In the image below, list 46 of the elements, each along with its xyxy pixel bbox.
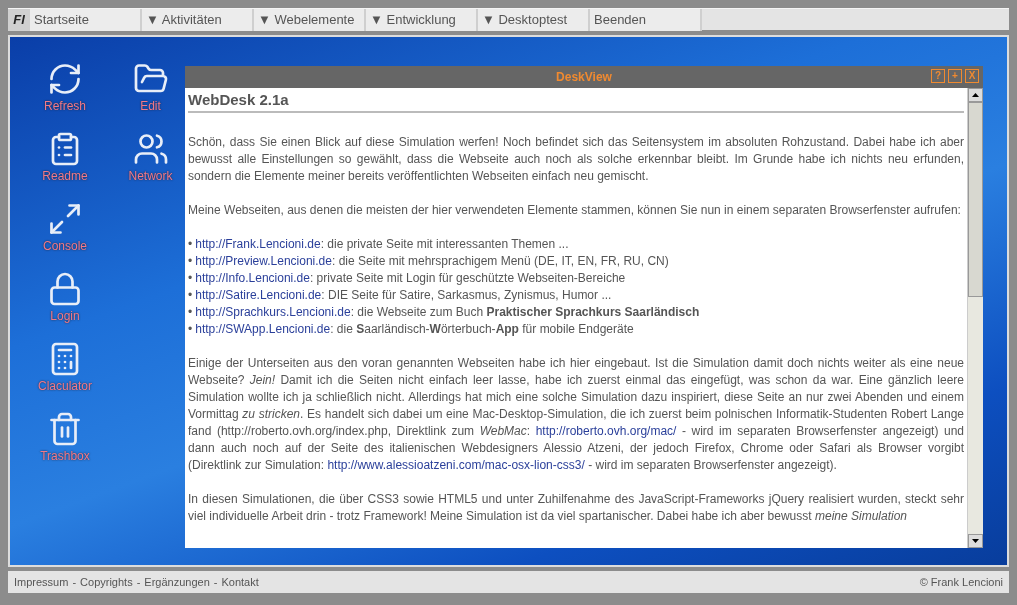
menu-item[interactable]: ▼ Entwicklung <box>366 9 478 31</box>
link-description: : die Webseite zum Buch Praktischer Sprachkurs Saarländisch <box>350 304 700 321</box>
expand-icon[interactable] <box>47 201 83 237</box>
link-description: : DIE Seite für Satire, Sarkasmus, Zynismus, Humor ... <box>321 287 612 304</box>
link[interactable]: http://roberto.ovh.org/mac/ <box>535 424 677 438</box>
link[interactable]: http://Sprachkurs.Lencioni.de <box>195 304 351 321</box>
link[interactable]: http://Preview.Lencioni.de <box>195 253 332 270</box>
trash-icon[interactable] <box>47 411 83 447</box>
menu-item[interactable]: ▼ Desktoptest <box>478 9 590 31</box>
link[interactable]: http://www.alessioatzeni.com/mac-osx-lion-css3/ <box>327 458 585 472</box>
separator: - <box>213 574 218 590</box>
copyright: © Frank Lencioni <box>919 574 1003 590</box>
bullet: • <box>188 270 193 287</box>
bullet: • <box>188 321 193 338</box>
menu-item[interactable]: Startseite <box>30 9 142 31</box>
window-title: DeskView <box>556 69 612 86</box>
content-heading: WebDesk 2.1a <box>188 88 964 113</box>
link-description: : die Saarländisch-Wörterbuch-App für mobile Endgeräte <box>330 321 634 338</box>
up-arrow-icon[interactable] <box>972 93 979 97</box>
footer-link[interactable]: Ergänzungen <box>144 573 210 591</box>
bullet: • <box>188 287 193 304</box>
bullet: • <box>188 253 193 270</box>
footer-link[interactable]: Kontakt <box>221 573 259 591</box>
paragraph: In diesen Simulationen, die über CSS3 sowie HTML5 und unter Zuhilfenahme des JavaScript-Frameworks jQuery realisiert wurden, steckt sehr viel individuelle Arbeit drin - trotz Framework! Meine Simulation ist da viel spartanischer. Dabei habe ich aber bewusst meine Simulation <box>188 491 964 525</box>
footer-link[interactable]: Copyrights <box>80 573 133 591</box>
menu-item[interactable]: ▼ Aktivitäten <box>142 9 254 31</box>
logo[interactable]: Fl <box>8 9 30 31</box>
padlock-icon[interactable] <box>47 271 83 307</box>
separator: - <box>72 574 77 590</box>
separator: - <box>136 574 141 590</box>
link[interactable]: http://Info.Lencioni.de <box>195 270 310 287</box>
people-icon[interactable] <box>132 131 169 167</box>
bullet: • <box>188 236 193 253</box>
refresh-icon[interactable] <box>47 61 83 97</box>
paragraph: Einige der Unterseiten aus den voran genannten Webseiten habe ich hier eingebaut. Ist die Simulation damit doch nichts weiter als eine neue Webseite? Jein! Damit ich die Seiten nicht einfach leer lasse, habe ich zuerst einmal das eingefügt, was schon da war. Eine gänzlich leere Simulation wollte ich ja schließlich nicht. Allerdings hat mich eine solche Simulation dazu inspiriert, diese Seite an nur zwei Abenden und einem Vormittag zu stricken. Es handelt sich dabei um eine Mac-Desktop-Simulation, die ich zuerst beim polnischen Informatik-Studenten Robert Lange fand (http://roberto.ovh.org/index.php, Direktlink zum WebMac: http://roberto.ovh.org/mac/ - wird im separaten Browserfenster angezeigt) und dann auch noch auf der Seite des italienischen Webdesigners Alessio Atzeni, der jedoch Firefox, Chrome oder Safari als Browser vorgibt (Direktlink zur Simulation: http://www.alessioatzeni.com/mac-osx-lion-css3/ - wird im separaten Browserfenster angezeigt). <box>188 355 964 474</box>
link-description: : private Seite mit Login für geschützte Webseiten-Bereiche <box>309 270 626 287</box>
link-description: : die private Seite mit interessanten Themen ... <box>320 236 569 253</box>
menu-item[interactable]: Beenden <box>590 9 702 31</box>
paragraph: Meine Webseiten, aus denen die meisten der hier verwendeten Elemente stammen, können Sie nun in einem separaten Browserfenster aufrufen: <box>188 202 962 219</box>
bullet: • <box>188 304 193 321</box>
footer-link[interactable]: Impressum <box>14 573 69 591</box>
link[interactable]: http://Frank.Lencioni.de <box>195 236 321 253</box>
down-arrow-icon[interactable] <box>972 539 979 543</box>
paragraph: Schön, dass Sie einen Blick auf diese Simulation werfen! Noch befindet sich das Seitensystem im absoluten Rohzustand. Dabei habe ich aber bewusst alle Einstellungen so gewählt, dass die Webseite auch noch als solche erkennbar bleibt. Im Grunde habe ich nichts neu erfunden, sondern die Elemente meiner bereits veröffentlichten Webseiten einfach neu gemischt. <box>188 134 964 185</box>
menu-item[interactable]: ▼ Webelemente <box>254 9 366 31</box>
link-description: : die Seite mit mehrsprachigem Menü (DE, IT, EN, FR, RU, CN) <box>331 253 669 270</box>
